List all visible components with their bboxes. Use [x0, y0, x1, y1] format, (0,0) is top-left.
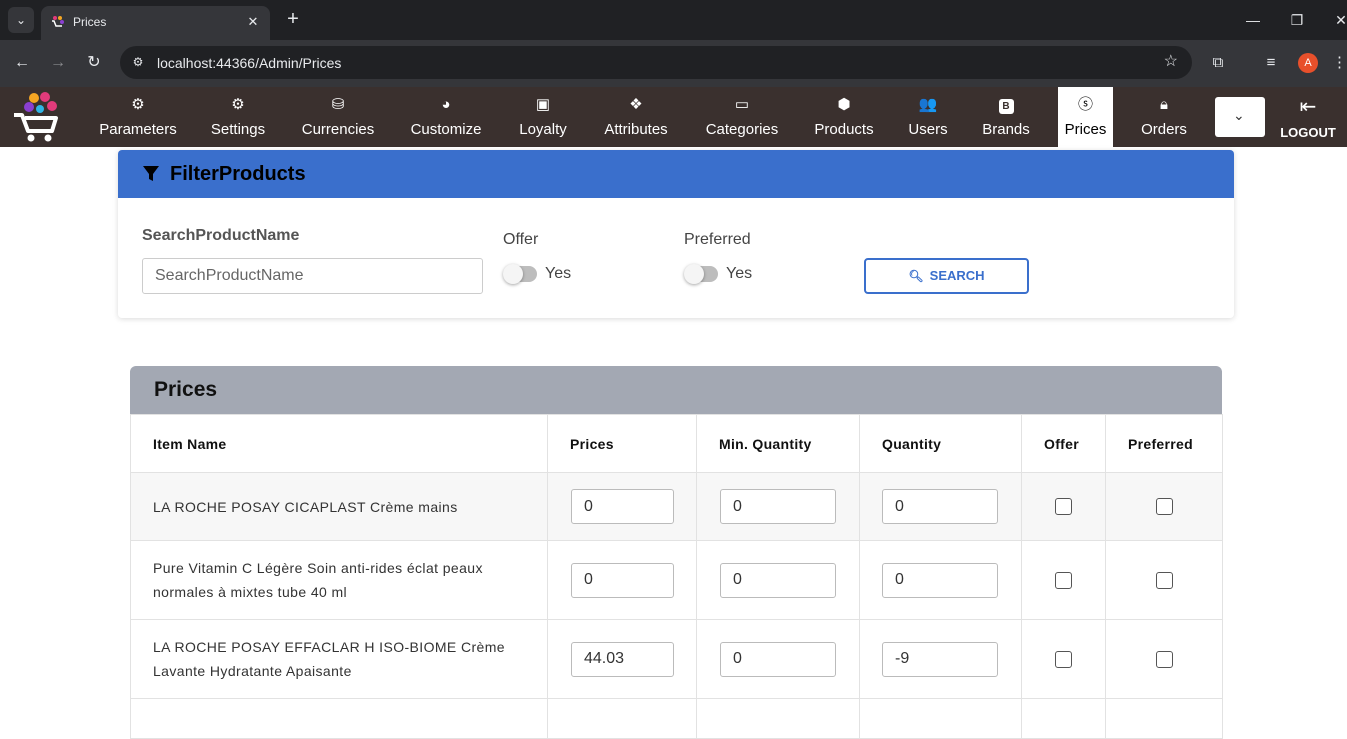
- offer-toggle-label: Yes: [545, 265, 572, 282]
- offer-toggle[interactable]: [503, 264, 537, 284]
- filter-funnel-icon: [143, 166, 159, 181]
- nav-settings[interactable]: ⚙ Settings: [202, 87, 274, 147]
- forward-arrow-icon[interactable]: →: [46, 51, 70, 75]
- nav-prices[interactable]: ⓢ Prices: [1058, 87, 1113, 147]
- bag-icon: 🔒︎: [1160, 96, 1168, 113]
- column-header-quantity: Quantity: [859, 414, 1022, 473]
- nav-customize[interactable]: ◕ Customize: [402, 87, 490, 147]
- min-quantity-input[interactable]: [720, 489, 836, 524]
- cube-icon: ⬢: [837, 96, 851, 113]
- offer-checkbox[interactable]: [1055, 650, 1072, 668]
- item-name: Pure Vitamin C Légère Soin anti-rides éc…: [153, 560, 483, 600]
- min-quantity-input[interactable]: [720, 641, 836, 677]
- address-bar[interactable]: ⚙ localhost:44366/Admin/Prices ☆: [120, 46, 1192, 79]
- window-minimize-icon[interactable]: —: [1241, 8, 1265, 32]
- prices-card: Prices Item Name Prices Min. Quantity Qu…: [130, 366, 1223, 739]
- table-row: LA ROCHE POSAY EFFACLAR H ISO-BIOME Crèm…: [130, 619, 1223, 699]
- preferred-checkbox[interactable]: [1155, 498, 1173, 515]
- preferred-label: Preferred: [684, 231, 751, 248]
- preferred-toggle[interactable]: [684, 264, 718, 284]
- tab-search-chevron-icon[interactable]: ⌄: [8, 7, 34, 33]
- table-header-row: Item Name Prices Min. Quantity Quantity …: [130, 414, 1223, 473]
- bookmark-star-icon[interactable]: ☆: [1164, 51, 1178, 71]
- brand-badge-icon: B: [975, 96, 1037, 114]
- back-arrow-icon[interactable]: ←: [10, 51, 34, 75]
- gear-icon: ⚙: [231, 96, 245, 113]
- column-header-preferred: Preferred: [1105, 414, 1223, 473]
- window-close-icon[interactable]: ✕: [1329, 8, 1347, 32]
- price-input[interactable]: [571, 489, 674, 524]
- nav-attributes[interactable]: ❖ Attributes: [594, 87, 678, 147]
- nav-orders[interactable]: 🔒︎ Orders: [1134, 87, 1194, 147]
- cart-favicon-icon: [52, 16, 64, 27]
- search-button[interactable]: 🔍︎ SEARCH: [864, 258, 1029, 294]
- nav-brands[interactable]: B Brands: [975, 87, 1037, 147]
- reload-icon[interactable]: ↻: [82, 51, 106, 75]
- nav-categories[interactable]: ▭ Categories: [697, 87, 787, 147]
- quantity-input[interactable]: [882, 489, 998, 524]
- media-controls-icon[interactable]: ≡: [1259, 51, 1283, 75]
- offer-checkbox[interactable]: [1055, 571, 1072, 589]
- language-dropdown[interactable]: ⌄: [1215, 97, 1265, 137]
- offer-label: Offer: [503, 231, 539, 248]
- card-icon: ▣: [535, 96, 551, 113]
- preferred-checkbox[interactable]: [1155, 650, 1173, 668]
- filter-card-header: FilterProducts: [118, 150, 1234, 198]
- extensions-puzzle-icon[interactable]: ⧉: [1206, 51, 1230, 75]
- search-product-label: SearchProductName: [142, 227, 300, 244]
- logout-button[interactable]: ⇤ LOGOUT: [1279, 87, 1337, 147]
- diamond-icon: ❖: [629, 96, 643, 113]
- quantity-input[interactable]: [882, 562, 998, 598]
- chevron-down-icon: ⌄: [1233, 107, 1245, 123]
- profile-avatar[interactable]: A: [1298, 53, 1318, 73]
- logout-icon: ⇤: [1299, 96, 1317, 118]
- item-name: LA ROCHE POSAY EFFACLAR H ISO-BIOME Crèm…: [153, 639, 505, 679]
- prices-table: Item Name Prices Min. Quantity Quantity …: [130, 414, 1223, 739]
- nav-loyalty[interactable]: ▣ Loyalty: [510, 87, 576, 147]
- admin-navbar: ⚙ Parameters ⚙ Settings ⛁ Currencies ◕ C…: [0, 87, 1347, 147]
- nav-products[interactable]: ⬢ Products: [806, 87, 882, 147]
- box-icon: ▭: [734, 96, 750, 113]
- browser-toolbar: ← → ↻ ⚙ localhost:44366/Admin/Prices ☆ ⧉…: [0, 40, 1347, 87]
- price-input[interactable]: [571, 641, 674, 677]
- search-icon: 🔍︎: [908, 269, 924, 283]
- filter-products-card: FilterProducts SearchProductName Offer Y…: [118, 150, 1234, 318]
- browser-tab-strip: ⌄ Prices ✕ + — ❐ ✕: [0, 0, 1347, 40]
- table-row: [130, 698, 1223, 739]
- preferred-toggle-label: Yes: [726, 265, 753, 282]
- prices-card-header: Prices: [130, 366, 1222, 414]
- table-row: Pure Vitamin C Légère Soin anti-rides éc…: [130, 540, 1223, 620]
- column-header-min-quantity: Min. Quantity: [696, 414, 860, 473]
- preferred-checkbox[interactable]: [1155, 571, 1173, 589]
- item-name: LA ROCHE POSAY CICAPLAST Crème mains: [153, 498, 458, 515]
- shop-cart-logo[interactable]: [12, 91, 60, 143]
- browser-menu-icon[interactable]: ⋮: [1332, 51, 1347, 75]
- offer-checkbox[interactable]: [1055, 498, 1072, 515]
- nav-users[interactable]: 👥 Users: [902, 87, 954, 147]
- column-header-prices: Prices: [547, 414, 697, 473]
- prices-title: Prices: [154, 378, 218, 401]
- gear-outline-icon: ⚙: [131, 96, 145, 113]
- min-quantity-input[interactable]: [720, 562, 836, 598]
- tab-close-icon[interactable]: ✕: [244, 13, 262, 31]
- url-text[interactable]: localhost:44366/Admin/Prices: [157, 55, 341, 71]
- tab-title: Prices: [73, 15, 107, 29]
- column-header-item-name: Item Name: [130, 414, 548, 473]
- quantity-input[interactable]: [882, 641, 998, 677]
- price-input[interactable]: [571, 562, 674, 598]
- new-tab-plus-icon[interactable]: +: [282, 8, 304, 30]
- site-info-icon[interactable]: ⚙: [128, 52, 148, 72]
- nav-parameters[interactable]: ⚙ Parameters: [92, 87, 184, 147]
- browser-tab-prices[interactable]: Prices ✕: [41, 6, 270, 40]
- filter-title: FilterProducts: [170, 163, 306, 185]
- users-icon: 👥: [918, 96, 938, 113]
- column-header-offer: Offer: [1021, 414, 1106, 473]
- search-product-input[interactable]: [142, 258, 483, 294]
- table-row: LA ROCHE POSAY CICAPLAST Crème mains: [130, 472, 1223, 541]
- window-restore-icon[interactable]: ❐: [1285, 8, 1309, 32]
- coins-icon: ⛁: [331, 96, 345, 113]
- nav-currencies[interactable]: ⛁ Currencies: [294, 87, 382, 147]
- edge-icon: ◕: [441, 96, 451, 113]
- dollar-circle-icon: ⓢ: [1077, 96, 1093, 113]
